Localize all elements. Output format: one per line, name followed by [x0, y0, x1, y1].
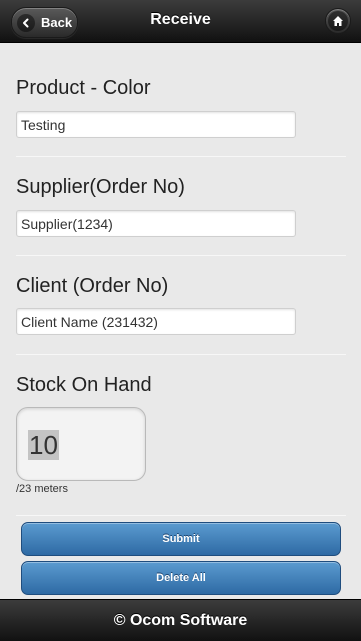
supplier-order-input[interactable]: [16, 210, 296, 237]
delete-all-button-label: Delete All: [156, 572, 206, 584]
submit-button-label: Submit: [162, 533, 200, 545]
divider: [16, 354, 346, 355]
supplier-order-label: Supplier(Order No): [16, 176, 185, 198]
stock-on-hand-label: Stock On Hand: [16, 374, 152, 396]
home-icon: [328, 11, 348, 31]
product-color-label: Product - Color: [16, 77, 151, 99]
divider: [16, 156, 346, 157]
product-color-input[interactable]: [16, 111, 296, 138]
delete-all-button[interactable]: Delete All: [21, 561, 341, 595]
client-order-input[interactable]: [16, 308, 296, 335]
page-title: Receive: [150, 11, 211, 28]
stock-on-hand-value[interactable]: 10: [28, 430, 59, 460]
submit-button[interactable]: Submit: [21, 522, 341, 556]
stock-on-hand-input[interactable]: 10: [16, 407, 146, 481]
stock-unit-text: /23 meters: [16, 483, 68, 495]
footer-copyright: © Ocom Software: [113, 611, 248, 629]
divider: [16, 515, 346, 516]
footer-bar: © Ocom Software: [0, 599, 361, 641]
divider: [16, 255, 346, 256]
home-button[interactable]: [325, 8, 351, 34]
client-order-label: Client (Order No): [16, 275, 169, 297]
header-bar: Back Receive: [0, 0, 361, 43]
